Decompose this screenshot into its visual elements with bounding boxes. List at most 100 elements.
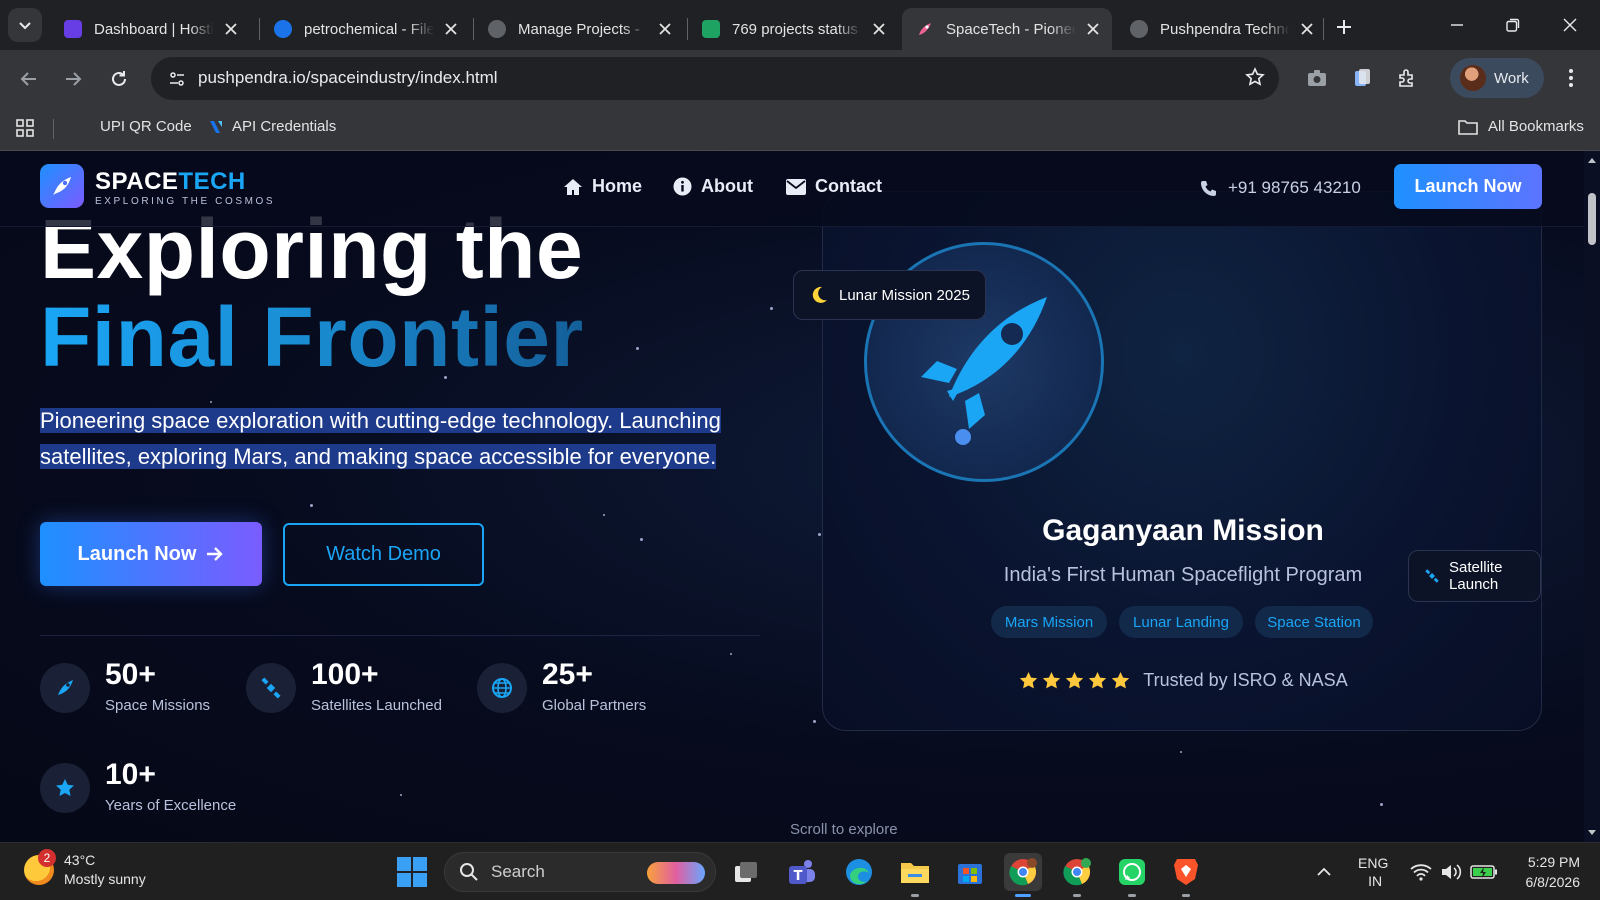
close-icon[interactable] [870, 20, 888, 38]
close-icon[interactable] [656, 20, 674, 38]
close-icon[interactable] [222, 20, 240, 38]
task-view-icon[interactable] [727, 853, 765, 891]
nav-link-label: Home [592, 176, 643, 196]
hero-launch-now-button[interactable]: Launch Now [40, 522, 262, 586]
restore-button[interactable] [1490, 10, 1536, 40]
language-line1: ENG [1358, 855, 1389, 871]
whatsapp-icon[interactable] [1113, 853, 1151, 897]
page-scrollbar[interactable] [1584, 151, 1600, 842]
stat-label: Global Partners [542, 697, 647, 714]
bookmark-api-credentials[interactable]: API Credentials [208, 118, 336, 135]
profile-label: Work [1494, 69, 1529, 87]
close-icon[interactable] [442, 20, 460, 38]
forward-button[interactable] [58, 64, 88, 94]
url-text[interactable]: pushpendra.io/spaceindustry/index.html [198, 68, 498, 88]
teams-icon[interactable]: T [783, 853, 821, 891]
clock-time: 5:29 PM [1527, 854, 1580, 870]
bookmark-separator [53, 119, 54, 139]
nav-link-label: Contact [815, 176, 882, 196]
nav-phone-link[interactable]: +91 98765 43210 [1200, 178, 1361, 198]
stat-label: Years of Excellence [105, 797, 237, 814]
edge-browser-icon[interactable] [840, 853, 878, 891]
chrome-work-profile-icon[interactable] [1004, 853, 1042, 897]
close-icon[interactable] [1084, 20, 1102, 38]
microsoft-store-icon[interactable] [951, 853, 989, 891]
tab-dashboard-hostinger[interactable]: Dashboard | Hostinger [50, 8, 250, 50]
scroll-thumb[interactable] [1588, 193, 1596, 245]
tab-petrochemical-files[interactable]: petrochemical - Files [260, 8, 470, 50]
close-icon[interactable] [1298, 20, 1316, 38]
apps-grid-icon[interactable] [16, 119, 34, 137]
taskbar-search[interactable]: Search [444, 852, 716, 892]
svg-text:T: T [794, 869, 803, 884]
star-particle [636, 347, 639, 350]
scroll-hint: Scroll to explore [790, 821, 898, 838]
plus-icon [1337, 20, 1351, 34]
file-explorer-icon[interactable] [896, 853, 934, 897]
files-icon [274, 20, 292, 38]
tab-label: SpaceTech - Pioneer [946, 20, 1076, 38]
clipboard-extension-icon[interactable] [1349, 65, 1375, 91]
stat-label: Satellites Launched [311, 697, 442, 714]
address-bar[interactable]: pushpendra.io/spaceindustry/index.html [151, 57, 1279, 100]
tag-mars-mission[interactable]: Mars Mission [991, 606, 1107, 638]
tab-label: 769 projects status [732, 20, 858, 38]
stat-global-partners: 25+ Global Partners [477, 659, 646, 714]
network-volume-battery-group[interactable] [1410, 843, 1498, 900]
nav-launch-now-button[interactable]: Launch Now [1394, 164, 1542, 209]
language-indicator[interactable]: ENG IN [1358, 843, 1388, 900]
phone-number: +91 98765 43210 [1228, 178, 1361, 197]
arrow-right-icon [66, 72, 82, 86]
browser-menu-button[interactable] [1558, 65, 1584, 91]
search-label: Search [491, 862, 545, 881]
webpage-viewport[interactable]: SPACETECH EXPLORING THE COSMOS Home Abou… [0, 151, 1584, 842]
extensions-icon[interactable] [1394, 65, 1420, 91]
tab-search-button[interactable] [8, 8, 42, 42]
chrome-personal-profile-icon[interactable] [1058, 853, 1096, 897]
hero-description: Pioneering space exploration with cuttin… [40, 403, 760, 475]
start-button[interactable] [397, 857, 427, 892]
minimize-button[interactable] [1434, 10, 1480, 40]
stat-value: 25+ [542, 658, 593, 691]
scroll-up-icon[interactable] [1587, 156, 1597, 166]
bookmark-upi-qr-code[interactable]: UPI QR Code [100, 118, 192, 135]
tag-lunar-landing[interactable]: Lunar Landing [1119, 606, 1243, 638]
tab-spacetech[interactable]: SpaceTech - Pioneer [902, 8, 1112, 50]
tab-manage-projects[interactable]: Manage Projects - [474, 8, 684, 50]
hero-watch-demo-button[interactable]: Watch Demo [283, 523, 484, 586]
nav-link-home[interactable]: Home [563, 176, 642, 197]
wifi-icon [1410, 864, 1432, 881]
weather-widget[interactable]: 2 43°C Mostly sunny [24, 849, 146, 889]
stat-years-of-excellence: 10+ Years of Excellence [40, 759, 236, 814]
screenshot-icon[interactable] [1304, 65, 1330, 91]
running-indicator [911, 894, 919, 897]
all-bookmarks-button[interactable]: All Bookmarks [1458, 118, 1584, 135]
site-logo[interactable] [40, 164, 84, 208]
new-tab-button[interactable] [1331, 14, 1357, 40]
bookmark-label: UPI QR Code [100, 118, 192, 135]
nav-link-about[interactable]: About [673, 176, 753, 197]
tag-space-station[interactable]: Space Station [1255, 606, 1373, 638]
back-button[interactable] [14, 64, 44, 94]
system-clock[interactable]: 5:29 PM 6/8/2026 [1500, 852, 1581, 892]
site-info-button[interactable] [163, 65, 191, 93]
home-icon [564, 178, 582, 195]
site-navbar: SPACETECH EXPLORING THE COSMOS Home Abou… [0, 151, 1584, 227]
close-window-button[interactable] [1547, 10, 1593, 40]
moon-icon [812, 286, 827, 303]
hero-description-text: Pioneering space exploration with cuttin… [40, 408, 721, 469]
show-hidden-icons-button[interactable] [1316, 843, 1332, 900]
sheet-icon [702, 20, 720, 38]
profile-button[interactable]: Work [1450, 58, 1544, 98]
mission-card: Lunar Mission 2025 Satellite Launch Gaga… [793, 191, 1542, 731]
stat-value: 100+ [311, 658, 379, 691]
site-logo-text[interactable]: SPACETECH [95, 168, 246, 196]
scroll-down-icon[interactable] [1587, 827, 1597, 837]
brave-browser-icon[interactable] [1167, 853, 1205, 897]
nav-link-contact[interactable]: Contact [786, 176, 882, 197]
tab-pushpendra-technologies[interactable]: Pushpendra Technologies [1116, 8, 1326, 50]
reload-button[interactable] [104, 64, 134, 94]
logo-word-space: SPACE [95, 168, 179, 195]
tab-projects-status[interactable]: 769 projects status [688, 8, 898, 50]
bookmark-star-icon[interactable] [1245, 67, 1265, 92]
